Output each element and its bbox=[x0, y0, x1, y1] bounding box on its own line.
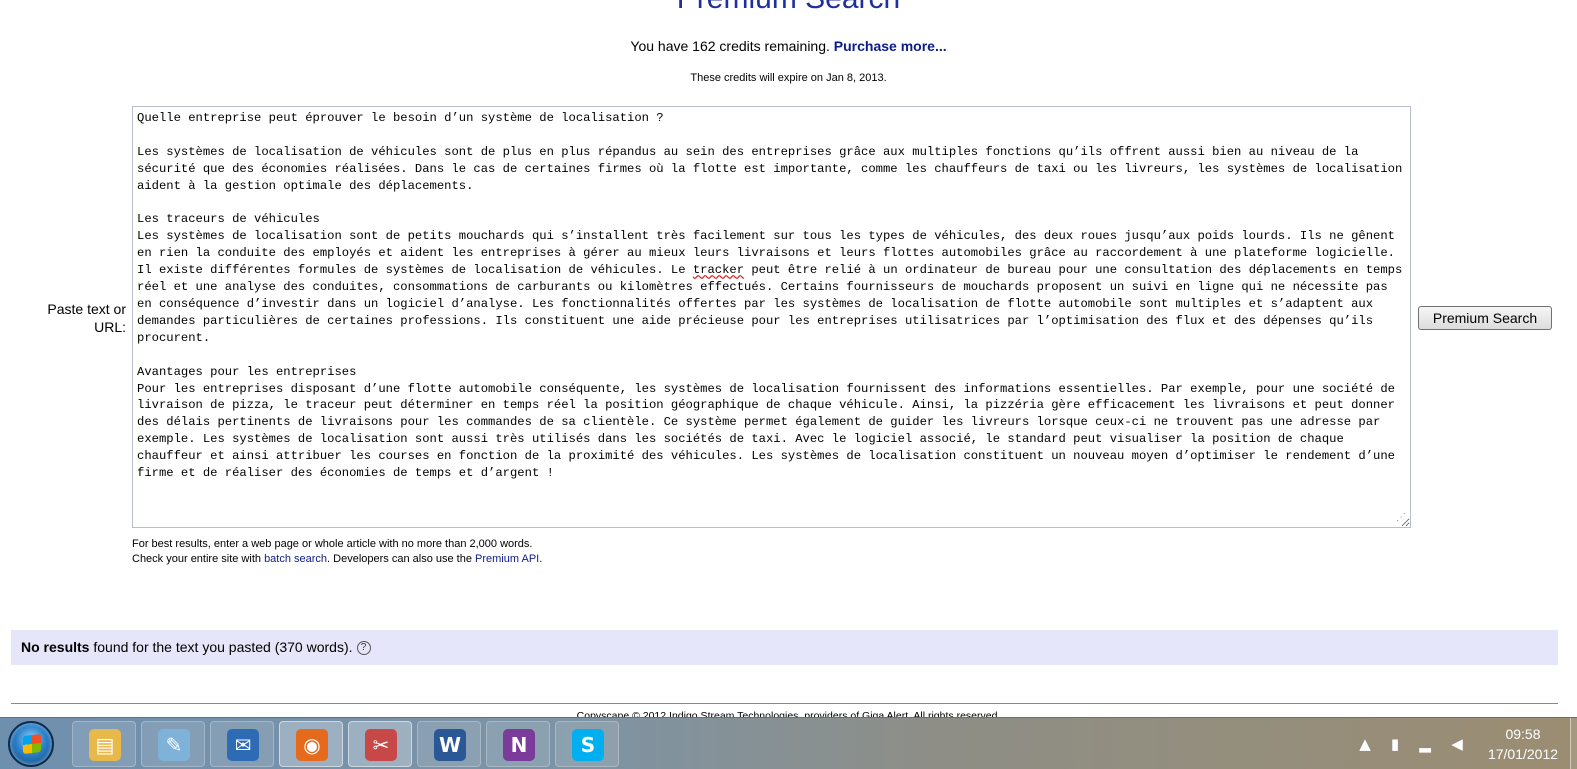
premium-api-link[interactable]: Premium API bbox=[475, 553, 539, 565]
taskbar-firefox-button[interactable]: ◉ bbox=[279, 721, 343, 767]
page-title: Premium Search bbox=[0, 0, 1577, 16]
results-text: found for the text you pasted (370 words… bbox=[89, 639, 353, 655]
search-hints: For best results, enter a web page or wh… bbox=[132, 537, 542, 567]
network-icon[interactable]: ▂ bbox=[1415, 734, 1435, 754]
footer-divider bbox=[11, 703, 1558, 704]
thunderbird-icon: ✉ bbox=[227, 729, 259, 761]
hint-line-1: For best results, enter a web page or wh… bbox=[132, 538, 533, 550]
tray-arrow-icon[interactable]: ▲ bbox=[1355, 734, 1375, 754]
resize-grip-icon[interactable]: ⋰ bbox=[1395, 512, 1407, 524]
taskbar-notepad-button[interactable]: ✎ bbox=[141, 721, 205, 767]
taskbar-onenote-button[interactable]: N bbox=[486, 721, 550, 767]
hint-line-2: Check your entire site with batch search… bbox=[132, 552, 542, 567]
batch-search-link[interactable]: batch search bbox=[264, 553, 327, 565]
clock-time: 09:58 bbox=[1505, 726, 1541, 742]
hint-text: . Developers can also use the bbox=[327, 553, 476, 565]
premium-search-button[interactable]: Premium Search bbox=[1418, 306, 1552, 330]
results-status: No results bbox=[21, 639, 90, 655]
windows-explorer-icon: ▤ bbox=[89, 729, 121, 761]
show-desktop-button[interactable] bbox=[1570, 718, 1577, 769]
taskbar-skype-button[interactable]: S bbox=[555, 721, 619, 767]
taskbar-thunderbird-button[interactable]: ✉ bbox=[210, 721, 274, 767]
hint-text: . bbox=[539, 553, 543, 565]
snipping-tool-icon: ✂ bbox=[365, 729, 397, 761]
paste-text-label: Paste text or URL: bbox=[47, 301, 126, 335]
notepad-icon: ✎ bbox=[158, 729, 190, 761]
firefox-icon: ◉ bbox=[296, 729, 328, 761]
credits-text: You have 162 credits remaining. bbox=[630, 38, 834, 54]
windows-taskbar: ▤ ✎ ✉ ◉ ✂ W N S ▲ ▮ ▂ ◀ 09:58 17/01/2012 bbox=[0, 717, 1577, 769]
purchase-more-link[interactable]: Purchase more... bbox=[834, 38, 947, 54]
skype-icon: S bbox=[572, 729, 604, 761]
credits-expiry: These credits will expire on Jan 8, 2013… bbox=[690, 72, 887, 84]
paste-text-input[interactable]: Quelle entreprise peut éprouver le besoi… bbox=[132, 106, 1411, 528]
hint-text: Check your entire site with bbox=[132, 553, 265, 565]
taskbar-snipping-tool-button[interactable]: ✂ bbox=[348, 721, 412, 767]
system-clock[interactable]: 09:58 17/01/2012 bbox=[1478, 724, 1568, 764]
text-content-part1: Quelle entreprise peut éprouver le besoi… bbox=[137, 111, 1403, 278]
clock-date: 17/01/2012 bbox=[1487, 746, 1559, 762]
onenote-icon: N bbox=[503, 729, 535, 761]
spellcheck-word: tracker bbox=[692, 263, 745, 278]
start-button-icon[interactable] bbox=[8, 721, 54, 767]
battery-icon[interactable]: ▮ bbox=[1385, 734, 1405, 754]
help-icon[interactable]: ? bbox=[356, 641, 371, 656]
volume-icon[interactable]: ◀ bbox=[1447, 734, 1467, 754]
credits-line: You have 162 credits remaining. Purchase… bbox=[0, 38, 1577, 54]
results-banner: No results found for the text you pasted… bbox=[11, 630, 1558, 665]
word-icon: W bbox=[434, 729, 466, 761]
taskbar-word-button[interactable]: W bbox=[417, 721, 481, 767]
taskbar-windows-explorer-button[interactable]: ▤ bbox=[72, 721, 136, 767]
text-content-part2: peut être relié à un ordinateur de burea… bbox=[137, 263, 1403, 481]
